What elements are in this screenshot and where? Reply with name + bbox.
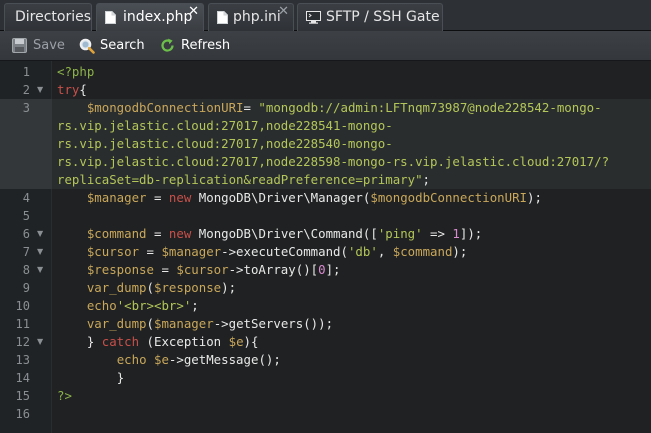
code-line-9: var_dump($response);: [86, 280, 237, 295]
fold-arrow-icon[interactable]: ▼: [37, 81, 43, 99]
line-number: 3: [22, 101, 30, 115]
code-line-3: $mongodbConnectionURI= "mongodb://admin:…: [86, 100, 602, 115]
line-number: 11: [15, 317, 30, 331]
code-line-11: var_dump($manager->getServers());: [86, 316, 334, 331]
fold-arrow-icon[interactable]: ▼: [37, 261, 43, 279]
line-number: 8: [22, 263, 30, 277]
toolbar: Save Search Refresh: [0, 31, 651, 61]
code-line-13: echo $e->getMessage();: [116, 352, 281, 367]
save-label: Save: [33, 38, 65, 53]
fold-arrow-icon[interactable]: ▼: [37, 333, 43, 351]
tab-label: index.php: [123, 9, 193, 25]
line-number: 12: [15, 335, 30, 349]
line-number: 1: [22, 65, 30, 79]
fold-arrow-icon[interactable]: ▼: [37, 243, 43, 261]
tab-directories[interactable]: Directories: [4, 3, 92, 31]
monitor-icon: [306, 11, 321, 24]
code-editor[interactable]: 1 2 3 4 5 6 7 8 9 10 11 12 13 14 15 16 ▼…: [0, 61, 651, 433]
code-line-3-wrap: rs.vip.jelastic.cloud:27017,node228598-m…: [57, 154, 610, 169]
code-line-15: ?>: [57, 388, 72, 403]
code-line-1: <?php: [57, 64, 95, 79]
tab-bar: Directories index.php ✕ php.ini ✕ SFTP /…: [0, 0, 651, 31]
line-number: 6: [22, 227, 30, 241]
search-button[interactable]: Search: [79, 31, 145, 60]
search-label: Search: [100, 38, 145, 53]
tab-php-ini[interactable]: php.ini ✕: [208, 3, 294, 31]
line-number: 13: [15, 353, 30, 367]
fold-arrow-icon[interactable]: ▼: [37, 225, 43, 243]
line-number: 9: [22, 281, 30, 295]
line-number: 7: [22, 245, 30, 259]
tab-index-php[interactable]: index.php ✕: [96, 3, 204, 31]
line-number: 14: [15, 371, 30, 385]
refresh-button[interactable]: Refresh: [160, 31, 230, 60]
save-button[interactable]: Save: [12, 31, 65, 60]
line-number: 10: [15, 299, 30, 313]
line-number: 16: [15, 407, 30, 421]
tab-label: Directories: [15, 9, 92, 25]
code-line-8: $response = $cursor->toArray()[0];: [86, 262, 341, 277]
close-icon[interactable]: ✕: [278, 5, 289, 19]
tab-label: SFTP / SSH Gate: [326, 9, 440, 25]
line-number: 4: [22, 191, 30, 205]
tab-sftp-ssh-gate[interactable]: SFTP / SSH Gate: [297, 3, 443, 31]
code-line-2: try{: [57, 82, 87, 97]
tab-label: php.ini: [233, 9, 281, 25]
file-icon: [105, 11, 116, 24]
refresh-icon: [161, 38, 174, 52]
code-line-4: $manager = new MongoDB\Driver\Manager($m…: [86, 190, 542, 205]
code-line-3-wrap: replicaSet=db-replication&readPreference…: [57, 172, 430, 187]
code-line-12: } catch (Exception $e){: [86, 334, 259, 349]
close-icon[interactable]: ✕: [188, 5, 199, 19]
file-icon: [217, 11, 228, 24]
code-line-7: $cursor = $manager->executeCommand('db',…: [86, 244, 468, 259]
refresh-label: Refresh: [181, 38, 231, 53]
code-line-6: $command = new MongoDB\Driver\Command(['…: [86, 226, 483, 241]
line-number: 15: [15, 389, 30, 403]
search-icon: [79, 38, 95, 54]
code-line-3-wrap: rs.vip.jelastic.cloud:27017,node228540-m…: [57, 136, 393, 151]
code-line-10: echo'<br><br>';: [86, 298, 199, 313]
save-icon: [12, 38, 27, 53]
code-content[interactable]: <?php try{ $mongodbConnectionURI= "mongo…: [57, 63, 647, 423]
code-line-3-wrap: rs.vip.jelastic.cloud:27017,node228541-m…: [57, 118, 393, 133]
code-line-14: }: [116, 370, 125, 385]
line-number: 2: [22, 83, 30, 97]
line-number: 5: [22, 209, 30, 223]
